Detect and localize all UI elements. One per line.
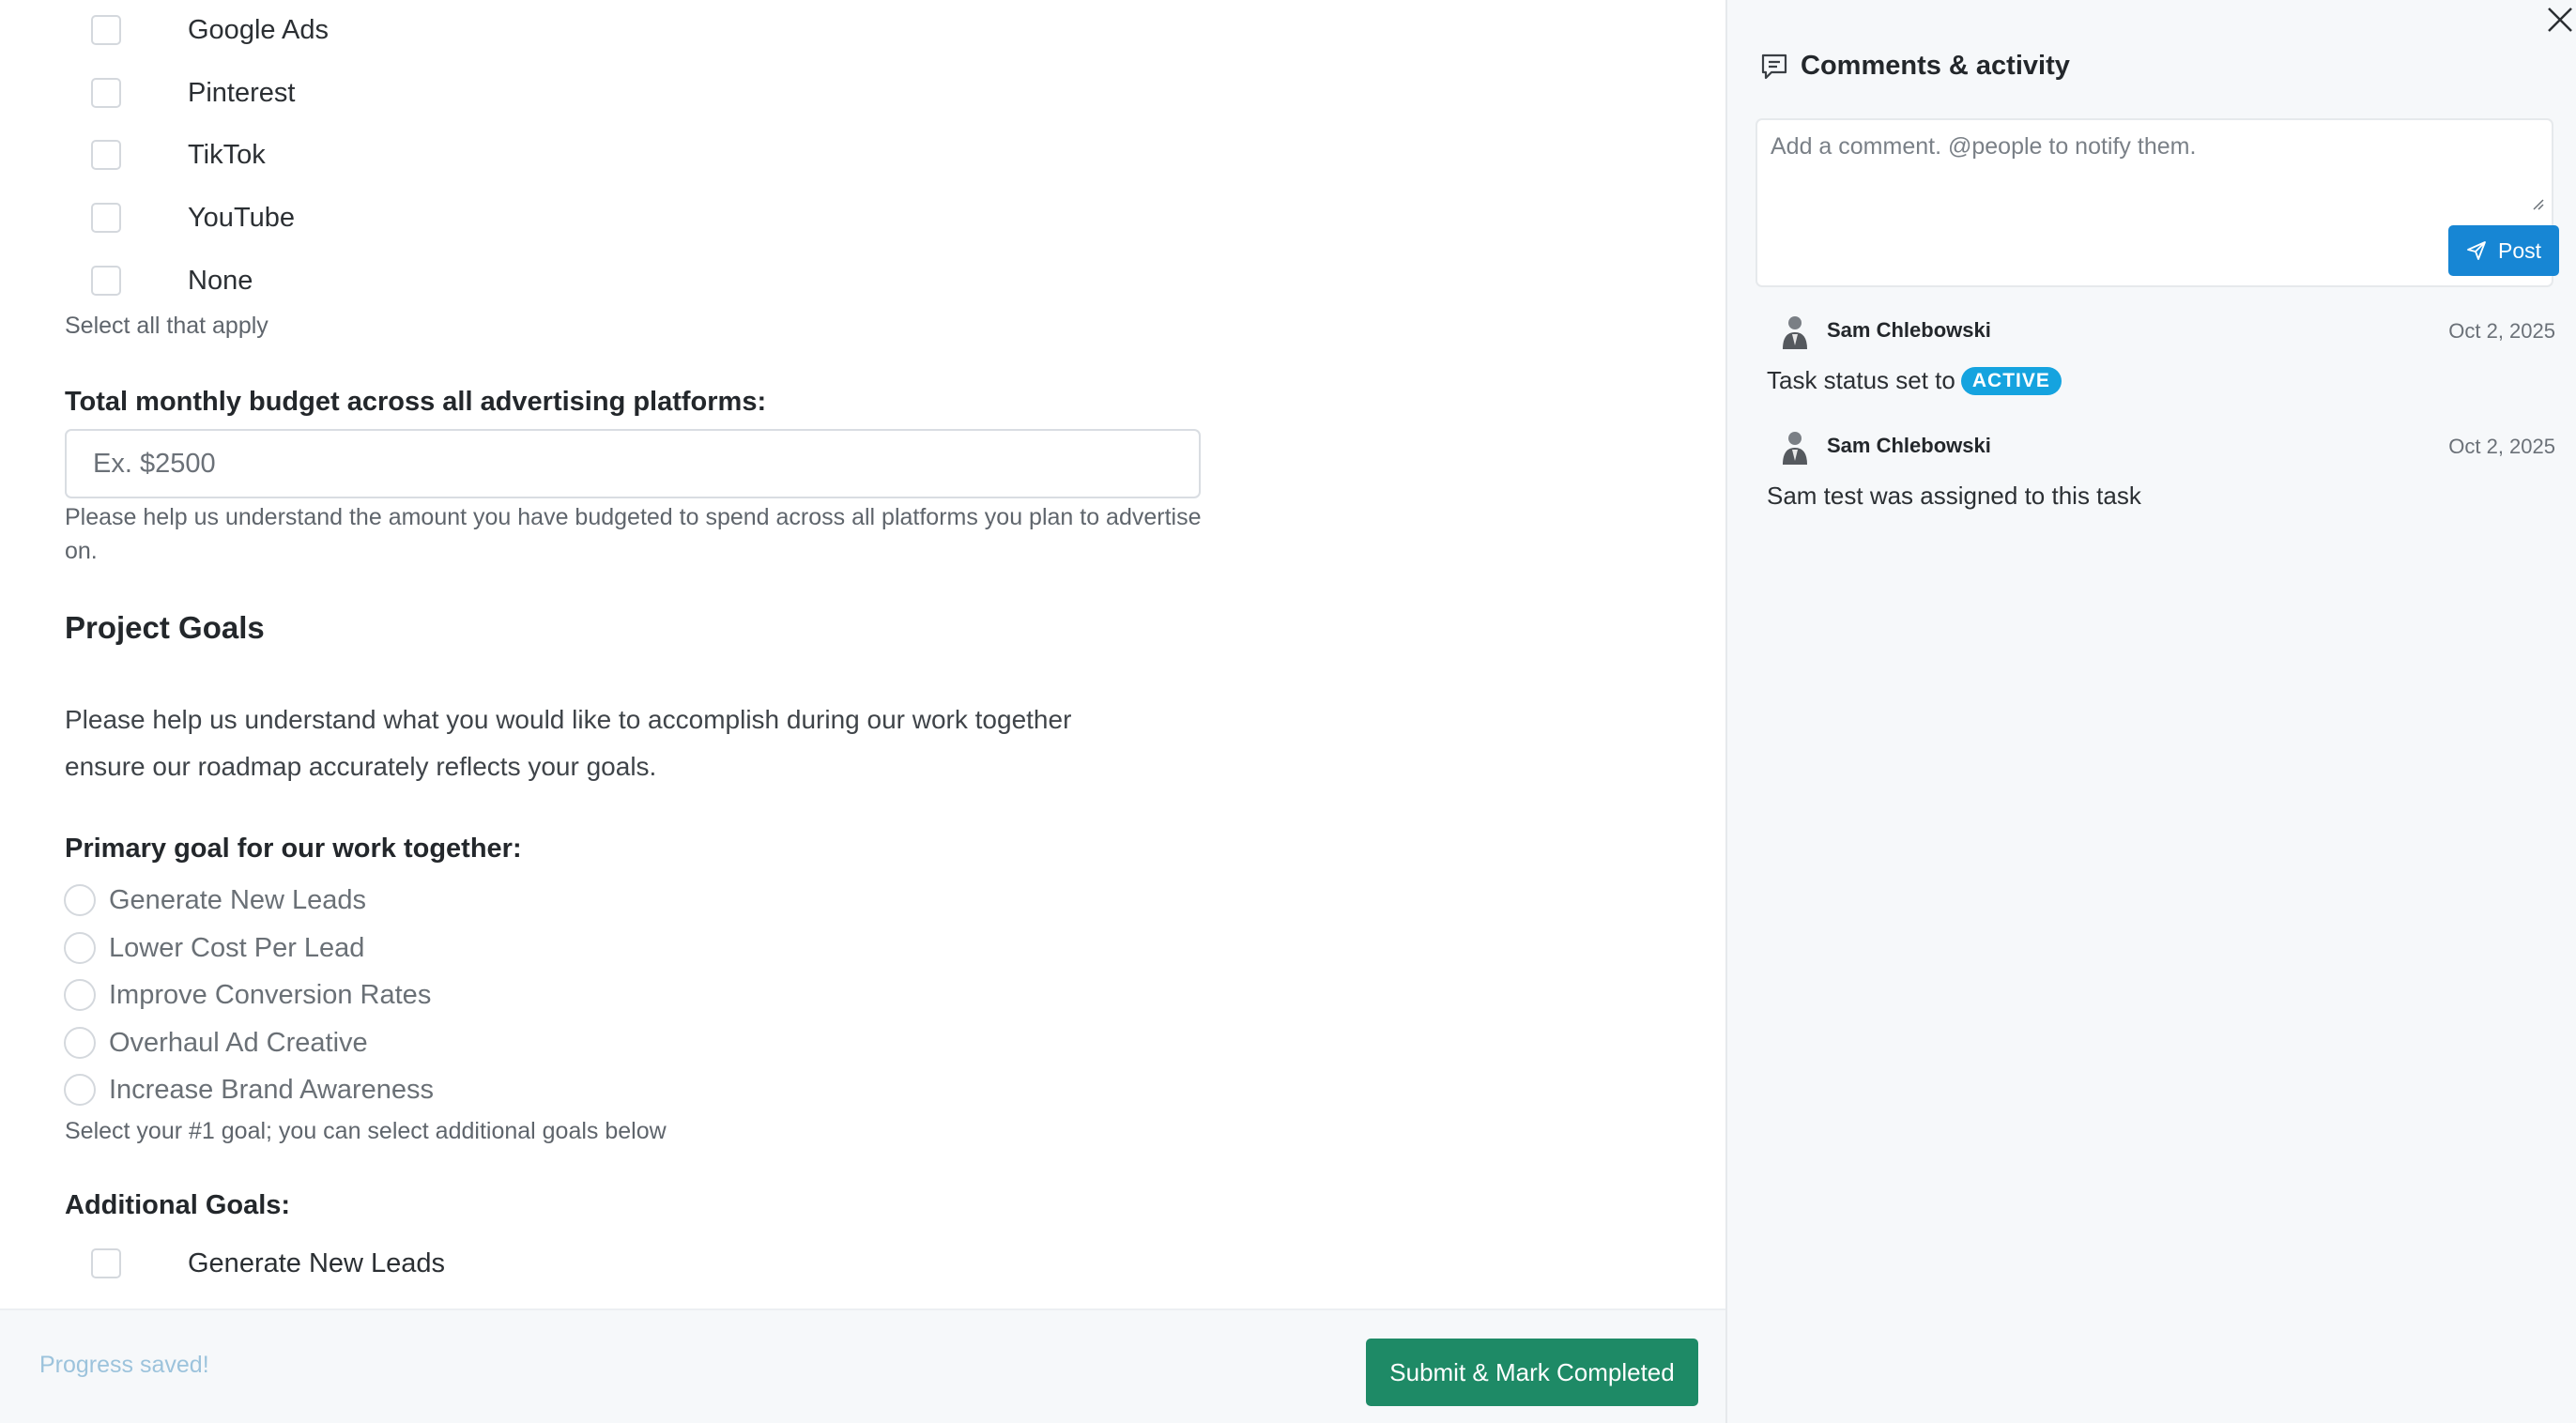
form-footer: Progress saved! Submit & Mark Completed bbox=[0, 1308, 1725, 1423]
checkbox-label: Pinterest bbox=[188, 77, 296, 108]
panel-title: Comments & activity bbox=[1801, 51, 2070, 81]
form-panel: Google Ads Pinterest TikTok YouTube None… bbox=[0, 0, 1725, 1308]
budget-label: Total monthly budget across all advertis… bbox=[65, 387, 767, 417]
radio-label: Generate New Leads bbox=[109, 884, 367, 915]
avatar bbox=[1783, 316, 1807, 349]
panel-header: Comments & activity bbox=[1759, 51, 2070, 82]
radio-label: Lower Cost Per Lead bbox=[109, 932, 365, 963]
platform-option-none[interactable]: None bbox=[91, 262, 253, 299]
comments-panel: Comments & activity Post Sam Chlebowski … bbox=[1725, 0, 2576, 1423]
checkbox-label: Generate New Leads bbox=[188, 1247, 446, 1278]
platform-option-pinterest[interactable]: Pinterest bbox=[91, 74, 295, 112]
platform-option-tiktok[interactable]: TikTok bbox=[91, 136, 266, 174]
platforms-help-text: Select all that apply bbox=[65, 313, 268, 339]
comment-composer: Post bbox=[1756, 118, 2559, 287]
post-button-label: Post bbox=[2497, 237, 2542, 263]
activity-item: Sam Chlebowski Oct 2, 2025 Task status s… bbox=[1767, 310, 2555, 395]
radio-button[interactable] bbox=[64, 932, 96, 964]
radio-button[interactable] bbox=[64, 1027, 96, 1059]
activity-item: Sam Chlebowski Oct 2, 2025 Sam test was … bbox=[1767, 425, 2555, 511]
primary-goal-option[interactable]: Improve Conversion Rates bbox=[64, 976, 431, 1014]
checkbox-label: YouTube bbox=[188, 202, 295, 233]
checkbox-label: Google Ads bbox=[188, 14, 329, 45]
radio-label: Improve Conversion Rates bbox=[109, 979, 432, 1010]
comment-input[interactable] bbox=[1771, 133, 2540, 222]
checkbox-label: None bbox=[188, 265, 253, 296]
section-description: Please help us understand what you would… bbox=[65, 705, 1072, 781]
additional-goal-option[interactable]: Generate New Leads bbox=[91, 1245, 445, 1282]
additional-goals-label: Additional Goals: bbox=[65, 1190, 291, 1220]
avatar bbox=[1783, 432, 1807, 465]
radio-label: Increase Brand Awareness bbox=[109, 1074, 435, 1105]
radio-label: Overhaul Ad Creative bbox=[109, 1027, 368, 1058]
activity-date: Oct 2, 2025 bbox=[2448, 435, 2555, 458]
activity-message: Task status set to bbox=[1767, 366, 1955, 394]
activity-message: Sam test was assigned to this task bbox=[1767, 482, 2141, 510]
send-icon bbox=[2467, 241, 2486, 260]
radio-button[interactable] bbox=[64, 884, 96, 916]
checkbox[interactable] bbox=[91, 1248, 121, 1278]
close-icon[interactable] bbox=[2544, 4, 2576, 36]
checkbox[interactable] bbox=[91, 140, 121, 170]
checkbox[interactable] bbox=[91, 78, 121, 108]
platform-option-youtube[interactable]: YouTube bbox=[91, 199, 295, 237]
checkbox[interactable] bbox=[91, 15, 121, 45]
resize-handle-icon[interactable] bbox=[2531, 197, 2544, 210]
platform-option-google-ads[interactable]: Google Ads bbox=[91, 11, 329, 49]
activity-author[interactable]: Sam Chlebowski bbox=[1827, 434, 1991, 458]
activity-text: Sam test was assigned to this task bbox=[1767, 482, 2555, 511]
primary-goal-help-text: Select your #1 goal; you can select addi… bbox=[65, 1118, 667, 1144]
checkbox-label: TikTok bbox=[188, 139, 266, 170]
post-button[interactable]: Post bbox=[2448, 225, 2559, 276]
section-title: Project Goals bbox=[65, 610, 265, 645]
comment-icon bbox=[1761, 54, 1787, 79]
checkbox[interactable] bbox=[91, 266, 121, 296]
primary-goal-option[interactable]: Lower Cost Per Lead bbox=[64, 929, 364, 967]
activity-author[interactable]: Sam Chlebowski bbox=[1827, 318, 1991, 343]
activity-date: Oct 2, 2025 bbox=[2448, 319, 2555, 343]
activity-text: Task status set to ACTIVE bbox=[1767, 366, 2555, 395]
primary-goal-option[interactable]: Overhaul Ad Creative bbox=[64, 1024, 368, 1062]
status-badge: ACTIVE bbox=[1960, 366, 2062, 395]
radio-button[interactable] bbox=[64, 979, 96, 1011]
radio-button[interactable] bbox=[64, 1074, 96, 1106]
budget-help-text: Please help us understand the amount you… bbox=[65, 504, 1202, 564]
primary-goal-label: Primary goal for our work together: bbox=[65, 834, 522, 864]
save-status-text: Progress saved! bbox=[39, 1352, 209, 1378]
budget-input[interactable] bbox=[65, 429, 1201, 498]
submit-complete-button[interactable]: Submit & Mark Completed bbox=[1366, 1339, 1698, 1406]
primary-goal-option[interactable]: Increase Brand Awareness bbox=[64, 1071, 434, 1109]
primary-goal-option[interactable]: Generate New Leads bbox=[64, 881, 366, 919]
checkbox[interactable] bbox=[91, 203, 121, 233]
